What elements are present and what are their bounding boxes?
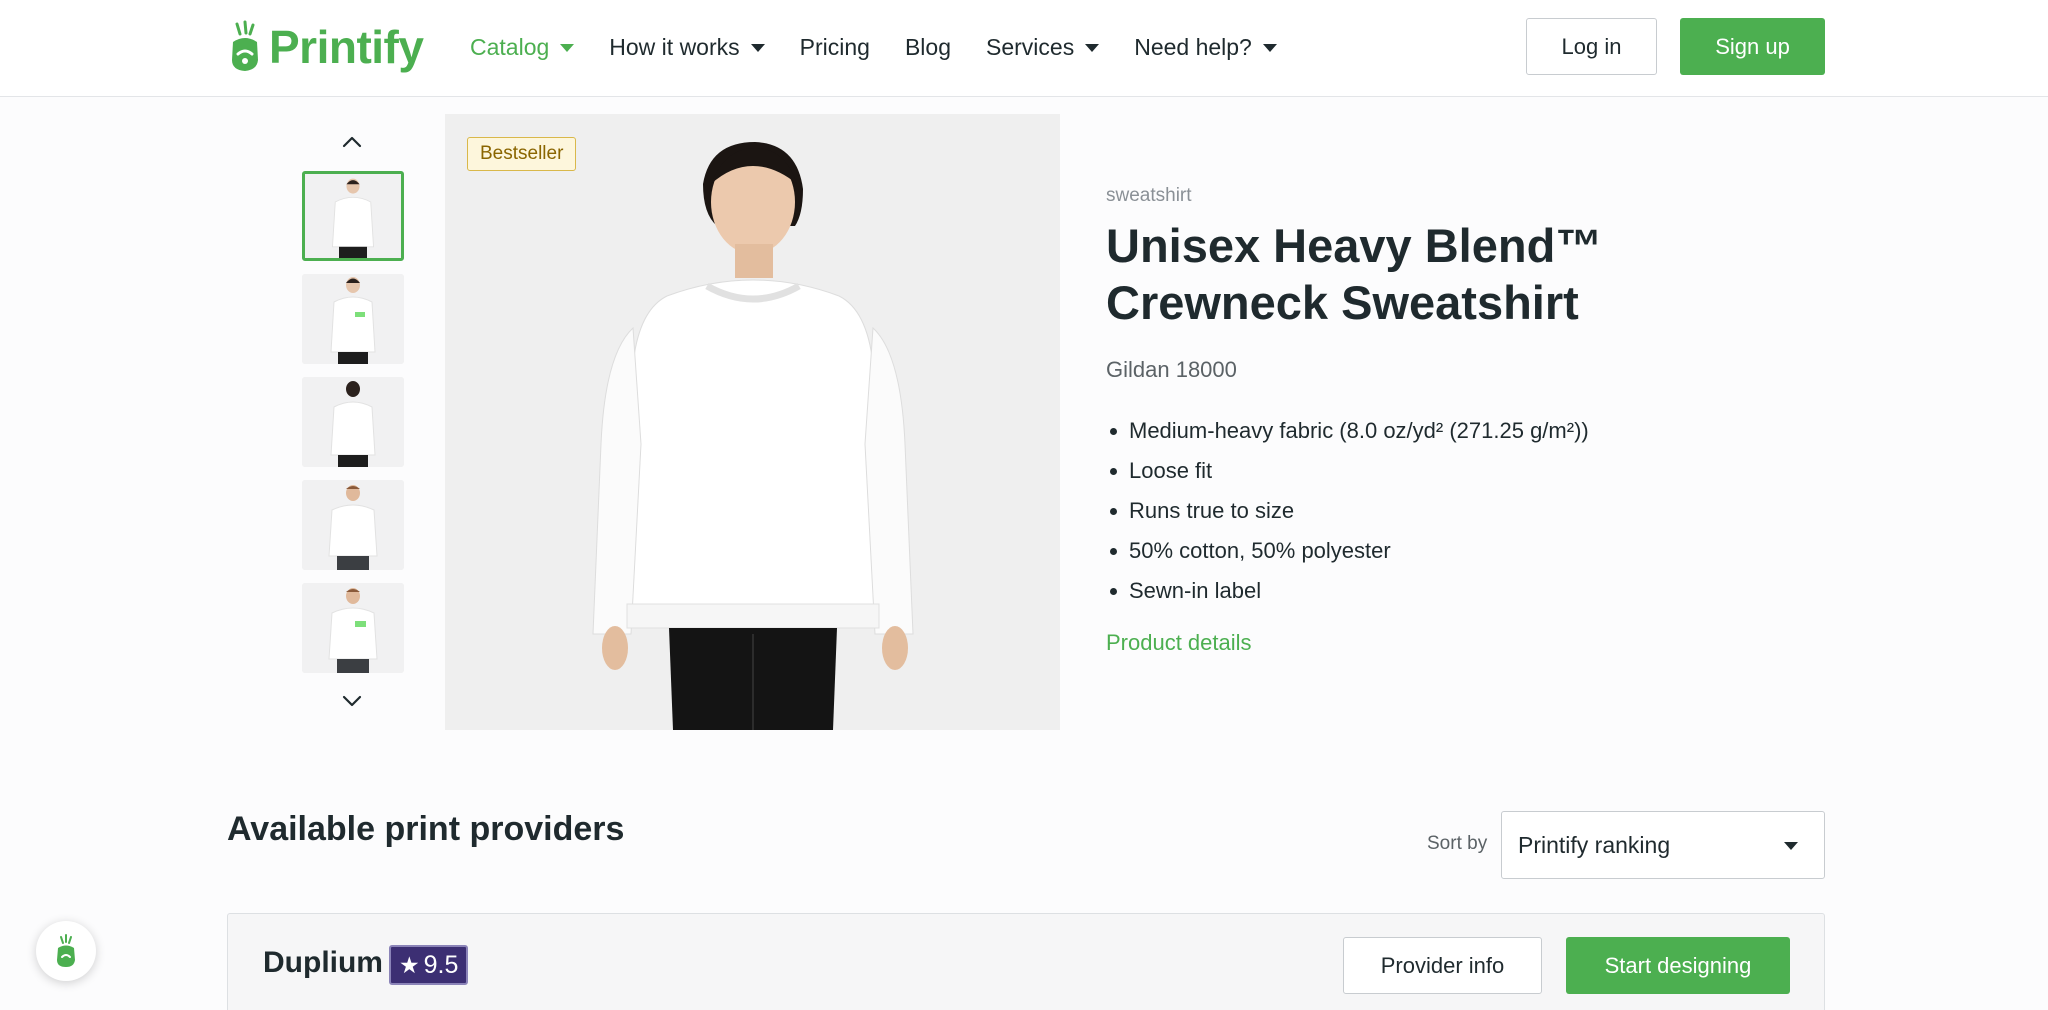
chevron-down-icon <box>1085 44 1100 52</box>
product-details-link[interactable]: Product details <box>1106 630 1252 656</box>
thumbnail-4[interactable] <box>302 480 404 570</box>
chat-widget-button[interactable] <box>36 921 96 981</box>
nav-how-it-works[interactable]: How it works <box>609 33 765 61</box>
chevron-down-icon <box>1262 44 1277 52</box>
product-title: Unisex Heavy Blend™ Crewneck Sweatshirt <box>1106 219 1603 329</box>
thumbnails-down-button[interactable] <box>337 690 367 712</box>
nav-need-help[interactable]: Need help? <box>1134 34 1277 61</box>
site-header: Printify Catalog How it works Pricing Bl… <box>0 0 2048 97</box>
feature-item: 50% cotton, 50% polyester <box>1106 531 1589 571</box>
product-features: Medium-heavy fabric (8.0 oz/yd² (271.25 … <box>1106 411 1589 611</box>
nav-how-it-works-label: How it works <box>609 33 740 60</box>
logo-text: Printify <box>269 21 424 73</box>
model-woman-front-print-icon <box>302 274 404 364</box>
signup-button[interactable]: Sign up <box>1680 18 1825 75</box>
nav-blog-label: Blog <box>904 33 951 60</box>
chevron-down-icon <box>342 695 362 707</box>
provider-info-button[interactable]: Provider info <box>1343 937 1542 994</box>
sort-select[interactable]: Printify ranking <box>1501 811 1825 879</box>
provider-rating-badge: ★ 9.5 <box>389 945 469 985</box>
printify-logo-icon <box>232 20 258 71</box>
nav-catalog[interactable]: Catalog <box>470 33 575 61</box>
printify-logo[interactable]: Printify <box>227 20 424 74</box>
model-man-front-print-icon <box>302 583 404 673</box>
thumbnail-2[interactable] <box>302 274 404 364</box>
start-designing-button[interactable]: Start designing <box>1566 937 1790 994</box>
nav-need-help-label: Need help? <box>1134 33 1252 60</box>
thumbnail-5[interactable] <box>302 583 404 673</box>
sort-value: Printify ranking <box>1518 831 1671 858</box>
model-woman-back-icon <box>302 377 404 467</box>
chevron-down-icon <box>750 44 765 52</box>
provider-name: Duplium <box>263 946 383 979</box>
login-button[interactable]: Log in <box>1526 18 1657 75</box>
feature-item: Runs true to size <box>1106 491 1589 531</box>
feature-item: Sewn-in label <box>1106 571 1589 611</box>
bestseller-badge: Bestseller <box>467 137 577 171</box>
main-nav: Catalog How it works Pricing Blog Servic… <box>470 30 1312 64</box>
thumbnail-3[interactable] <box>302 377 404 467</box>
chevron-down-icon <box>1784 842 1798 850</box>
nav-catalog-label: Catalog <box>470 33 550 60</box>
product-main-image[interactable] <box>445 114 1060 730</box>
model-woman-front-icon <box>305 174 401 258</box>
product-category: sweatshirt <box>1106 185 1192 206</box>
model-sweatshirt-image <box>445 114 1060 730</box>
chevron-down-icon <box>560 44 575 52</box>
sort-label: Sort by <box>1427 833 1488 854</box>
printify-chat-icon <box>57 934 75 967</box>
model-man-front-icon <box>302 480 404 570</box>
nav-pricing-label: Pricing <box>799 33 870 60</box>
feature-item: Loose fit <box>1106 451 1589 491</box>
feature-item: Medium-heavy fabric (8.0 oz/yd² (271.25 … <box>1106 411 1589 451</box>
nav-pricing[interactable]: Pricing <box>800 34 870 61</box>
providers-heading: Available print providers <box>227 810 625 848</box>
provider-rating-value: 9.5 <box>423 950 459 979</box>
thumbnails-up-button[interactable] <box>337 131 367 153</box>
product-model: Gildan 18000 <box>1106 357 1237 382</box>
chevron-up-icon <box>342 136 362 148</box>
nav-blog[interactable]: Blog <box>905 34 951 61</box>
star-icon: ★ <box>399 951 420 978</box>
nav-services-label: Services <box>986 33 1075 60</box>
nav-services[interactable]: Services <box>986 33 1100 61</box>
thumbnail-1[interactable] <box>302 171 404 261</box>
